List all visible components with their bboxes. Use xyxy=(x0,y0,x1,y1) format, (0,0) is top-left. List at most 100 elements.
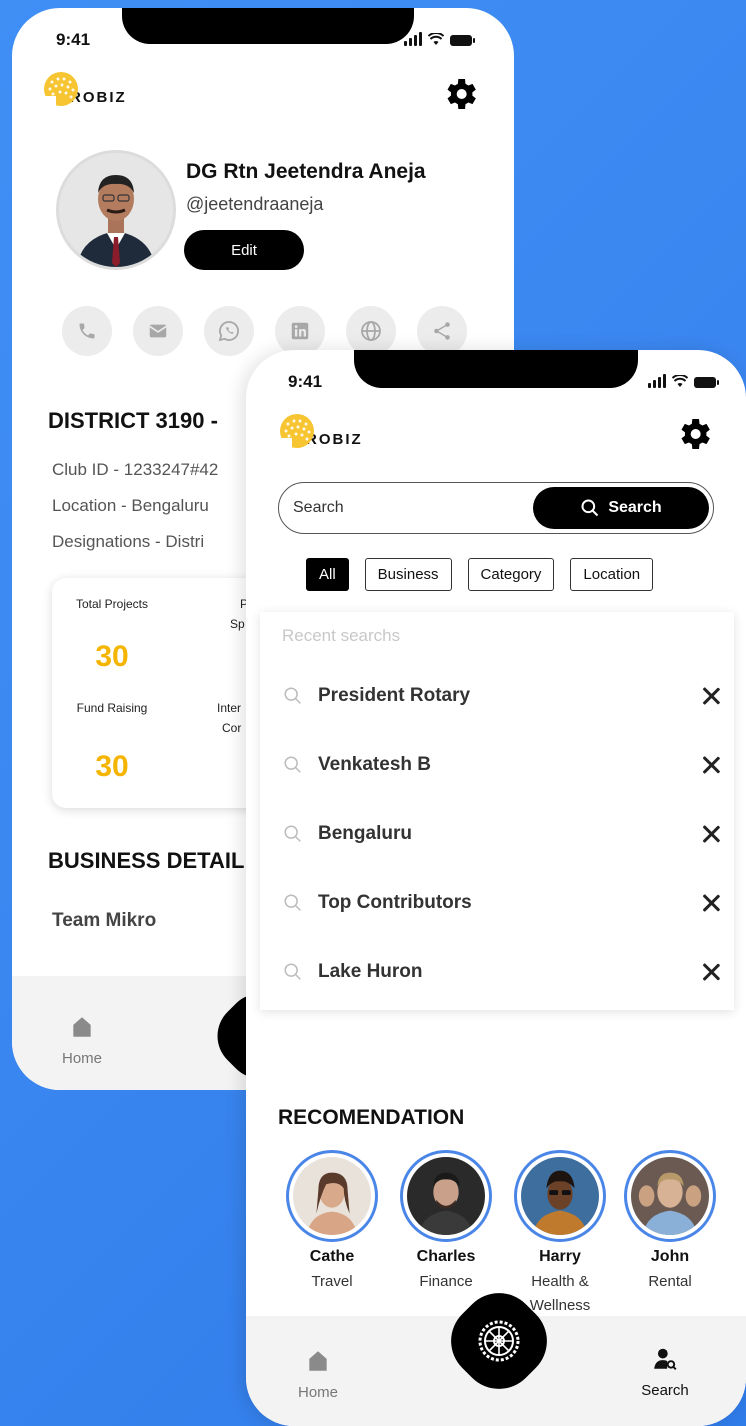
avatar xyxy=(286,1150,378,1242)
signal-icon xyxy=(648,374,666,388)
search-input[interactable]: Search xyxy=(293,499,344,517)
recent-search-item[interactable]: President Rotary xyxy=(282,676,722,716)
recommendation-name: John xyxy=(650,1248,690,1265)
nav-home-label: Home xyxy=(61,1050,102,1067)
search-icon xyxy=(581,499,599,517)
profile-avatar xyxy=(56,150,176,270)
recent-search-text: President Rotary xyxy=(318,685,471,706)
person-photo xyxy=(631,1157,709,1235)
filter-chips: All Business Category Location xyxy=(306,558,654,591)
stat-label-cut-4: Cor xyxy=(222,721,242,735)
nav-search[interactable]: Search xyxy=(630,1346,700,1399)
person-photo xyxy=(59,153,173,267)
recommendation-title: RECOMENDATION xyxy=(278,1106,465,1129)
stat-label-fund-raising: Fund Raising xyxy=(76,701,148,715)
battery-icon xyxy=(694,377,719,388)
stat-value-total-projects: 30 xyxy=(95,640,129,673)
signal-icon xyxy=(404,32,422,46)
district-title: DISTRICT 3190 - xyxy=(48,408,218,433)
recommendation-category: Travel xyxy=(311,1273,353,1290)
recommendation-card[interactable]: John Rental xyxy=(622,1150,718,1294)
close-icon[interactable] xyxy=(700,961,722,983)
phone-icon[interactable] xyxy=(62,306,112,356)
stat-label-total-projects: Total Projects xyxy=(75,597,149,611)
search-bar[interactable]: Search Search xyxy=(278,482,714,534)
search-icon xyxy=(284,687,301,704)
status-icons xyxy=(648,374,719,388)
filter-all[interactable]: All xyxy=(306,558,349,591)
avatar xyxy=(514,1150,606,1242)
phone-notch xyxy=(354,350,638,388)
robiz-logo: ROBIZ xyxy=(42,70,127,108)
filter-category[interactable]: Category xyxy=(467,558,555,591)
designations-info: Designations - Distri xyxy=(52,532,205,551)
avatar xyxy=(624,1150,716,1242)
stat-value-fund-raising: 30 xyxy=(95,750,129,783)
recommendation-name: Charles xyxy=(416,1248,476,1265)
nav-home-label: Home xyxy=(297,1384,338,1401)
stat-label-cut-2: Sp xyxy=(230,617,245,631)
edit-profile-button[interactable]: Edit xyxy=(184,230,304,270)
close-icon[interactable] xyxy=(700,892,722,914)
recommendation-name: Cathe xyxy=(309,1248,355,1265)
recommendation-card[interactable]: Harry Health & Wellness xyxy=(512,1150,608,1318)
close-icon[interactable] xyxy=(700,823,722,845)
profile-handle: @jeetendraaneja xyxy=(186,194,324,214)
linkedin-icon[interactable] xyxy=(275,306,325,356)
robiz-logo: ROBIZ xyxy=(278,412,363,450)
person-photo xyxy=(407,1157,485,1235)
search-icon xyxy=(284,894,301,911)
recent-search-item[interactable]: Top Contributors xyxy=(282,883,722,923)
status-time: 9:41 xyxy=(56,30,91,49)
recommendation-card[interactable]: Charles Finance xyxy=(398,1150,494,1294)
nav-home[interactable]: Home xyxy=(56,1014,108,1067)
search-icon xyxy=(284,963,301,980)
settings-gear-icon[interactable] xyxy=(440,74,480,114)
recent-search-text: Venkatesh B xyxy=(318,754,431,775)
avatar xyxy=(400,1150,492,1242)
search-button[interactable]: Search xyxy=(533,487,709,529)
status-time: 9:41 xyxy=(288,372,323,391)
recent-searches-panel: Recent searchs President Rotary Venkates… xyxy=(260,612,734,1010)
recommendation-card[interactable]: Cathe Travel xyxy=(284,1150,380,1294)
mail-icon[interactable] xyxy=(133,306,183,356)
recent-search-text: Lake Huron xyxy=(318,961,423,982)
search-button-label: Search xyxy=(608,499,662,516)
close-icon[interactable] xyxy=(700,685,722,707)
home-icon xyxy=(73,1017,91,1037)
nav-home[interactable]: Home xyxy=(290,1348,346,1401)
wifi-icon xyxy=(672,375,688,387)
recent-search-item[interactable]: Venkatesh B xyxy=(282,745,722,785)
profile-name: DG Rtn Jeetendra Aneja xyxy=(186,160,426,183)
status-icons xyxy=(404,32,475,46)
whatsapp-icon[interactable] xyxy=(204,306,254,356)
location-info: Location - Bengaluru xyxy=(52,496,209,515)
business-details-title: BUSINESS DETAIL xyxy=(48,848,245,873)
globe-logo-icon xyxy=(42,72,78,108)
close-icon[interactable] xyxy=(700,754,722,776)
recent-search-text: Bengaluru xyxy=(318,823,412,844)
bottom-nav: Home Search xyxy=(246,1277,746,1426)
globe-icon[interactable] xyxy=(346,306,396,356)
wifi-icon xyxy=(428,33,444,45)
filter-business[interactable]: Business xyxy=(364,558,452,591)
search-icon xyxy=(284,825,301,842)
settings-gear-icon[interactable] xyxy=(674,414,714,454)
team-name: Team Mikro xyxy=(52,910,157,931)
person-photo xyxy=(521,1157,599,1235)
recent-search-item[interactable]: Lake Huron xyxy=(282,952,722,992)
recommendation-name: Harry xyxy=(539,1248,581,1265)
stat-label-cut-3: Inter xyxy=(217,701,242,715)
user-search-icon xyxy=(654,1348,677,1370)
club-id: Club ID - 1233247#42 xyxy=(52,460,219,479)
recent-search-item[interactable]: Bengaluru xyxy=(282,814,722,854)
social-links xyxy=(62,306,467,356)
battery-icon xyxy=(450,35,475,46)
rotary-wheel-icon xyxy=(478,1320,520,1362)
search-screen: 9:41 ROBIZ Search Search All Business Ca… xyxy=(246,350,746,1426)
person-photo xyxy=(293,1157,371,1235)
recommendation-category: Rental xyxy=(648,1273,692,1290)
share-icon[interactable] xyxy=(417,306,467,356)
recent-searches-title: Recent searchs xyxy=(282,626,401,645)
filter-location[interactable]: Location xyxy=(570,558,654,591)
